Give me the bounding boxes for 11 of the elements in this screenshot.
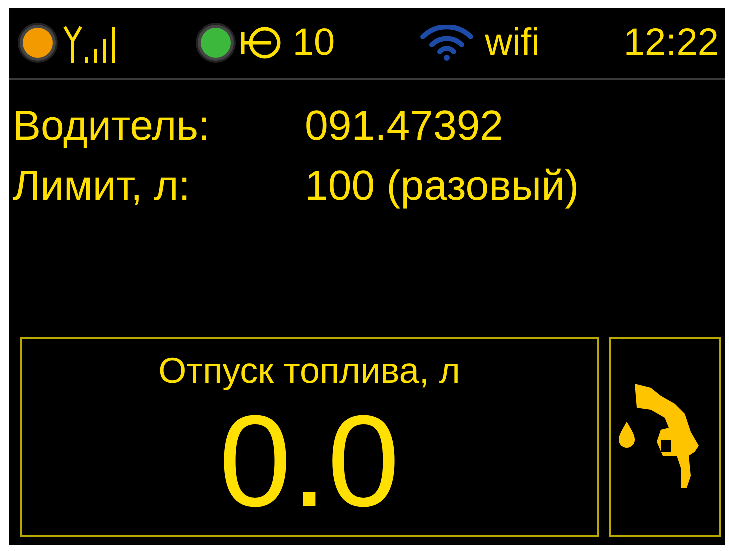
clock-time: 12:22 <box>624 23 719 63</box>
field-label: Водитель: <box>13 101 212 151</box>
wifi-icon <box>419 25 476 61</box>
dispense-title: Отпуск топлива, л <box>158 349 460 393</box>
field-value: 091.47392 <box>305 101 504 151</box>
field-label: Лимит, л: <box>13 161 192 211</box>
field-value: 100 (разовый) <box>305 161 580 211</box>
wifi-label: wifi <box>485 23 540 63</box>
plug-icon <box>240 26 283 60</box>
dispense-volume: 0.0 <box>219 393 400 529</box>
connection-count: 10 <box>292 23 336 63</box>
